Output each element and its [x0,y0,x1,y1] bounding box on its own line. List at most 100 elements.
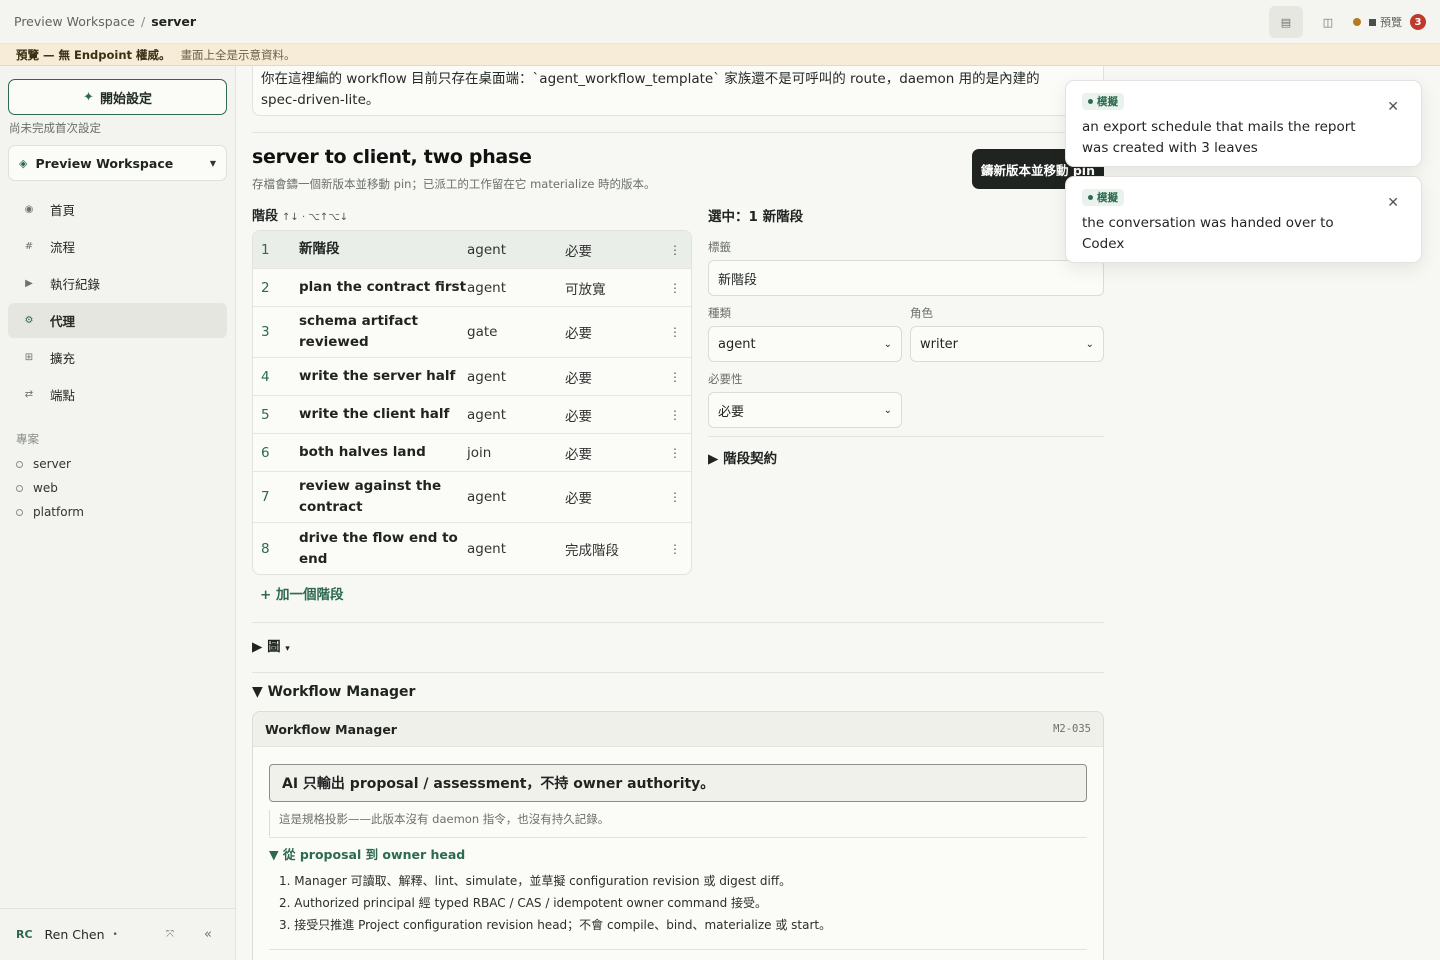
more-vertical-icon[interactable]: ⋮ [665,325,685,339]
manager-ref: M2-035 [1053,723,1091,735]
workspace-switcher[interactable]: ◈ Preview Workspace ▼ [8,145,227,181]
step-list: 1. Manager 可讀取、解釋、lint、simulate，並草擬 conf… [269,870,1087,936]
stage-label: review against the contract [299,478,442,515]
add-stage-button[interactable]: + 加一個階段 [260,583,344,603]
ai-authority-statement: AI 只輸出 proposal / assessment，不持 owner au… [269,764,1087,802]
stage-kind: agent [467,489,506,505]
stage-requirement: 必要 [565,243,592,260]
stage-number: 7 [261,489,270,505]
list-item: 3. 接受只推進 Project configuration revision … [279,918,832,932]
sidebar-item-label: 擴充 [50,351,76,366]
status-dot [1353,18,1361,26]
preview-chip[interactable]: 預覽 [1369,14,1402,30]
stage-number: 1 [261,241,270,258]
sidebar-item-workflows[interactable]: # 流程 [8,229,227,264]
more-vertical-icon[interactable]: ⋮ [665,281,685,295]
stage-label: write the server half [299,368,456,384]
breadcrumb-current: server [151,14,197,29]
top-bar: Preview Workspace / server ▤ ◫ 預覽 3 [0,0,1440,44]
list-item: 2. Authorized principal 經 typed RBAC / C… [279,896,767,910]
projection-note: 這是規格投影——此版本沒有 daemon 指令，也沒有持久記錄。 [269,810,1087,836]
user-name: Ren Chen [44,927,105,942]
table-row[interactable]: 3 schema artifact reviewed gate 必要 ⋮ [253,307,691,358]
stage-label-input[interactable]: 新階段 [708,260,1104,296]
reorder-hint: ↑↓ · ⌥↑⌥↓ [282,212,349,223]
project-name: server [33,457,71,471]
projects-heading: 專案 [16,432,39,446]
stage-label: schema artifact reviewed [299,313,418,350]
breadcrumb-workspace[interactable]: Preview Workspace [14,14,135,29]
table-row[interactable]: 5 write the client half agent 必要 ⋮ [253,396,691,434]
triangle-down-icon: ▼ [269,847,279,862]
proposal-details-toggle[interactable]: ▼ 從 proposal 到 owner head [269,844,1087,866]
table-row[interactable]: 2 plan the contract first agent 可放寬 ⋮ [253,269,691,307]
role-select[interactable]: writer ⌄ [910,326,1104,362]
table-row[interactable]: 8 drive the flow end to end agent 完成階段 ⋮ [253,523,691,574]
stage-table: 1 新階段 agent 必要 ⋮ 2 plan the contract fir… [252,230,692,575]
sidebar-item-label: 首頁 [50,203,76,218]
stage-requirement: 完成階段 [565,542,619,559]
stage-requirement: 必要 [565,326,592,342]
caret-down-icon: ▾ [285,644,290,654]
preview-label: 預覽 [1380,16,1402,29]
tools-icon[interactable]: ⤧ [166,929,174,940]
dot-icon [1088,195,1093,200]
graph-label: 圖 [267,639,281,655]
more-vertical-icon[interactable]: ⋮ [665,408,685,422]
more-vertical-icon[interactable]: ⋮ [665,446,685,460]
stage-kind: agent [467,241,506,258]
workflow-manager-card: Workflow Manager M2-035 AI 只輸出 proposal … [252,711,1104,960]
more-vertical-icon[interactable]: ⋮ [665,243,685,257]
project-item-platform[interactable]: platform [16,500,84,524]
graph-toggle[interactable]: ▶ 圖 ▾ [252,635,290,655]
table-row[interactable]: 7 review against the contract agent 必要 ⋮ [253,472,691,523]
workflow-manager-toggle[interactable]: ▼ Workflow Manager [252,684,415,700]
requirement-select[interactable]: 必要 ⌄ [708,392,902,428]
table-row[interactable]: 4 write the server half agent 必要 ⋮ [253,358,691,396]
start-setup-button[interactable]: ✦ 開始設定 [8,79,227,115]
play-icon: ▶ [25,278,33,289]
project-item-server[interactable]: server [16,452,84,476]
sidebar-item-home[interactable]: ◉ 首頁 [8,192,227,227]
more-vertical-icon[interactable]: ⋮ [665,490,685,504]
notification-badge[interactable]: 3 [1410,14,1426,30]
project-name: web [33,481,58,495]
collapse-sidebar-icon[interactable]: « [204,927,212,942]
stages-heading-label: 階段 [252,209,279,224]
tag-label: 模擬 [1097,96,1118,108]
sidebar-item-extensions[interactable]: ⊞ 擴充 [8,340,227,375]
kind-select[interactable]: agent ⌄ [708,326,902,362]
close-icon[interactable]: ✕ [1387,99,1399,115]
project-item-web[interactable]: web [16,476,84,500]
divider [252,622,1104,623]
sparkle-icon: ✦ [83,89,94,105]
role-field-label: 角色 [910,306,933,320]
tag-label: 模擬 [1097,192,1118,204]
sidebar-item-agents[interactable]: ⚙ 代理 [8,303,227,338]
stage-number: 8 [261,540,270,557]
list-view-icon[interactable]: ▤ [1269,6,1303,38]
stage-requirement: 可放寬 [565,281,606,298]
workflow-title: server to client, two phase [252,146,532,168]
user-row[interactable]: RC Ren Chen • ⤧ « [0,908,236,960]
stage-contract-toggle[interactable]: ▶ 階段契約 [708,447,777,467]
stage-label: 新階段 [299,241,340,257]
stage-label: write the client half [299,406,450,422]
sidebar-item-endpoints[interactable]: ⇄ 端點 [8,377,227,412]
more-vertical-icon[interactable]: ⋮ [665,370,685,384]
divider [269,949,1087,950]
more-vertical-icon[interactable]: ⋮ [665,542,685,556]
breadcrumb: Preview Workspace / server [14,14,196,29]
stage-requirement: 必要 [565,408,592,425]
close-icon[interactable]: ✕ [1387,195,1399,211]
sidebar-item-runs[interactable]: ▶ 執行紀錄 [8,266,227,301]
kind-field-label: 種類 [708,306,731,320]
toast-message: the conversation was handed over to Code… [1082,215,1334,252]
table-row[interactable]: 1 新階段 agent 必要 ⋮ [253,231,691,269]
caret-down-icon: ▼ [209,158,216,168]
sidebar: ✦ 開始設定 尚未完成首次設定 ◈ Preview Workspace ▼ ◉ 首… [0,66,236,960]
dot-icon [1088,99,1093,104]
divider [252,132,1104,133]
table-row[interactable]: 6 both halves land join 必要 ⋮ [253,434,691,472]
split-view-icon[interactable]: ◫ [1311,6,1345,38]
